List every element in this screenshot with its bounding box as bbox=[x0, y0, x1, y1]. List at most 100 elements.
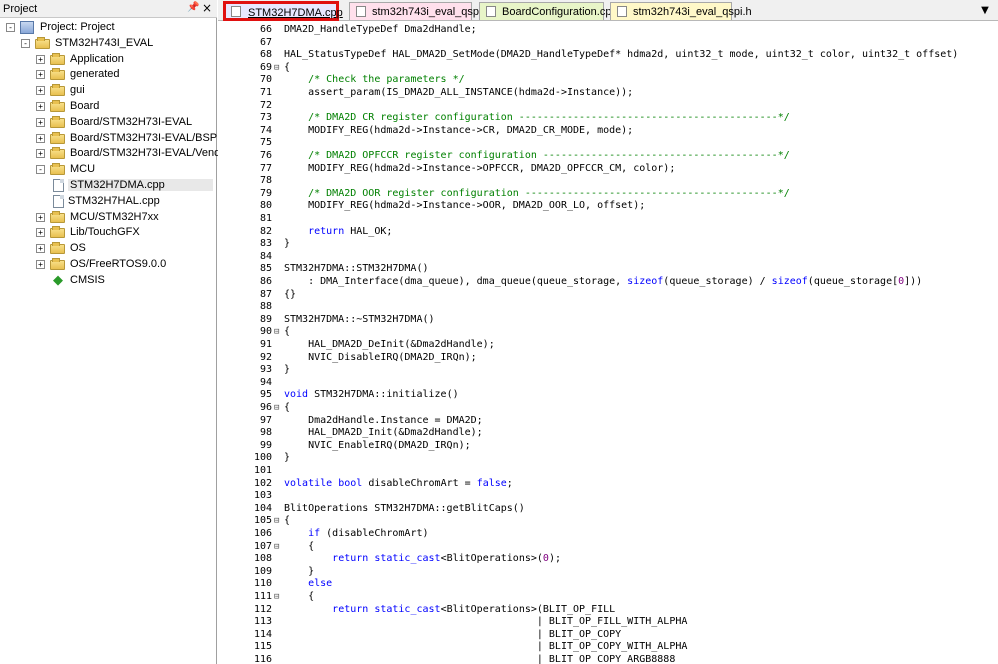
fold-toggle-icon[interactable]: ⊟ bbox=[274, 515, 284, 528]
fold-toggle-icon[interactable]: ⊟ bbox=[274, 591, 284, 604]
code-line: return HAL_OK; bbox=[284, 226, 392, 239]
tree-item[interactable]: + OS/FreeRTOS9.0.0 bbox=[0, 257, 215, 273]
code-line: | BLIT_OP_FILL_WITH_ALPHA bbox=[284, 616, 688, 629]
expand-icon[interactable]: + bbox=[36, 54, 45, 64]
tab-stm32h743i-eval-qspi-c[interactable]: stm32h743i_eval_qspi.c bbox=[349, 2, 490, 20]
code-text: } bbox=[284, 238, 291, 250]
code-line: void STM32H7DMA::initialize() bbox=[284, 389, 459, 402]
tree-item[interactable]: + Board/STM32H73I-EVAL/Vendor bbox=[0, 146, 230, 162]
tree-item[interactable]: + MCU/STM32H7xx bbox=[0, 210, 215, 226]
tree-item[interactable]: + Board/STM32H73I-EVAL bbox=[0, 115, 215, 131]
project-icon bbox=[20, 21, 34, 34]
folder-icon bbox=[50, 115, 65, 128]
tab-boardconfiguration-cpp[interactable]: BoardConfiguration.cpp bbox=[479, 2, 618, 20]
tree-item[interactable]: - STM32H743I_EVAL bbox=[0, 36, 215, 52]
code-text: Dma2dHandle.Instance = DMA2D; bbox=[284, 414, 483, 426]
fold-toggle-icon[interactable]: ⊟ bbox=[274, 541, 284, 554]
keyword: static_cast bbox=[374, 553, 441, 565]
code-line: NVIC_EnableIRQ(DMA2D_IRQn); bbox=[284, 440, 471, 453]
code-text: (queue_storage[ bbox=[807, 276, 899, 287]
tree-item[interactable]: + Board bbox=[0, 99, 215, 115]
code-text: MODIFY_REG(hdma2d->Instance->CR, DMA2D_C… bbox=[284, 124, 634, 136]
line-number: 110 bbox=[253, 578, 272, 590]
line-number: 106 bbox=[253, 528, 272, 539]
keyword: return bbox=[308, 225, 345, 237]
chevron-down-icon[interactable]: ▼ bbox=[978, 4, 992, 18]
line-number: 107 bbox=[253, 540, 272, 552]
code-line: : DMA_Interface(dma_queue), dma_queue(qu… bbox=[284, 276, 922, 289]
expand-icon[interactable]: + bbox=[36, 70, 45, 80]
tree-item[interactable]: + generated bbox=[0, 67, 215, 83]
code-line: STM32H7DMA::STM32H7DMA() bbox=[284, 263, 429, 276]
line-number: 71 bbox=[259, 87, 272, 98]
tab-stm32h743i-eval-qspi-h[interactable]: stm32h743i_eval_qspi.h bbox=[610, 2, 752, 20]
collapse-icon[interactable]: - bbox=[21, 38, 30, 48]
line-number: 104 bbox=[253, 502, 272, 514]
code-line: volatile bool disableChromArt = false; bbox=[284, 478, 513, 491]
code-text: HAL_DMA2D_DeInit(&Dma2dHandle); bbox=[284, 339, 495, 350]
expand-icon[interactable]: + bbox=[36, 117, 45, 127]
line-number: 93 bbox=[259, 364, 272, 376]
code-text: { bbox=[284, 326, 291, 338]
tree-item[interactable]: + Lib/TouchGFX bbox=[0, 225, 215, 241]
expand-icon[interactable]: + bbox=[36, 260, 45, 269]
code-line: } bbox=[284, 364, 290, 377]
expand-icon[interactable]: + bbox=[36, 228, 45, 238]
fold-toggle-icon[interactable]: ⊟ bbox=[274, 326, 284, 339]
line-number: 109 bbox=[253, 565, 272, 577]
folder-icon bbox=[50, 131, 65, 144]
tree-item[interactable]: + OS bbox=[0, 241, 215, 257]
expand-icon[interactable]: + bbox=[36, 133, 45, 143]
keyword: false bbox=[476, 477, 507, 489]
code-line: DMA2D_HandleTypeDef Dma2dHandle; bbox=[284, 24, 477, 37]
line-number: 114 bbox=[253, 628, 272, 640]
expand-icon[interactable]: + bbox=[36, 86, 45, 96]
code-editor[interactable]: 66 DMA2D_HandleTypeDef Dma2dHandle; 67 68 HA… bbox=[218, 22, 998, 664]
code-line: if (disableChromArt) bbox=[284, 528, 428, 541]
tree-item[interactable]: + Board/STM32H73I-EVAL/BSP bbox=[0, 131, 217, 147]
tree-item-label: MCU/STM32H7xx bbox=[70, 210, 159, 223]
folder-icon bbox=[50, 52, 65, 65]
folder-icon bbox=[50, 68, 65, 81]
tab-label: stm32h743i_eval_qspi.c bbox=[372, 6, 491, 18]
close-icon[interactable]: × bbox=[201, 1, 213, 15]
line-number: 94 bbox=[259, 376, 272, 388]
expand-icon[interactable]: + bbox=[36, 244, 45, 254]
code-text: : DMA_Interface(dma_queue), dma_queue(qu… bbox=[284, 276, 628, 287]
keyword: void bbox=[284, 389, 309, 401]
tree-item[interactable]: ◆ CMSIS bbox=[0, 273, 215, 289]
tree-item[interactable]: + Application bbox=[0, 52, 215, 68]
tree-item-label: Application bbox=[70, 52, 124, 65]
tree-item-label: STM32H7HAL.cpp bbox=[68, 194, 160, 207]
line-number: 113 bbox=[253, 616, 272, 628]
expand-icon[interactable]: + bbox=[36, 149, 45, 159]
code-line: assert_param(IS_DMA2D_ALL_INSTANCE(hdma2… bbox=[284, 87, 633, 100]
tree-item[interactable]: - Project: Project bbox=[0, 20, 215, 36]
collapse-icon[interactable]: - bbox=[36, 165, 45, 175]
fold-toggle-icon[interactable]: ⊟ bbox=[274, 62, 284, 75]
tree-item[interactable]: + gui bbox=[0, 83, 215, 99]
pin-icon[interactable]: 📌 bbox=[187, 2, 199, 14]
code-line: /* Check the parameters */ bbox=[284, 74, 465, 87]
tree-item[interactable]: - MCU bbox=[0, 162, 215, 178]
code-line: NVIC_DisableIRQ(DMA2D_IRQn); bbox=[284, 352, 477, 365]
tree-item[interactable]: STM32H7HAL.cpp bbox=[0, 194, 215, 210]
code-line: HAL_DMA2D_Init(&Dma2dHandle); bbox=[284, 427, 483, 440]
collapse-icon[interactable]: - bbox=[6, 23, 15, 32]
tree-item-label: STM32H7DMA.cpp bbox=[68, 179, 213, 191]
expand-icon[interactable]: + bbox=[36, 212, 45, 222]
code-line: /* DMA2D OOR register configuration ----… bbox=[284, 188, 790, 201]
expand-icon[interactable]: + bbox=[36, 102, 45, 111]
fold-toggle-icon[interactable]: ⊟ bbox=[274, 402, 284, 415]
code-line: Dma2dHandle.Instance = DMA2D; bbox=[284, 415, 483, 428]
tab-stm32h7dma-cpp[interactable]: STM32H7DMA.cpp bbox=[223, 1, 343, 21]
code-line: } bbox=[284, 238, 290, 251]
line-number: 98 bbox=[259, 427, 272, 439]
line-number: 79 bbox=[259, 187, 272, 199]
tree-item[interactable]: STM32H7DMA.cpp bbox=[0, 178, 215, 194]
